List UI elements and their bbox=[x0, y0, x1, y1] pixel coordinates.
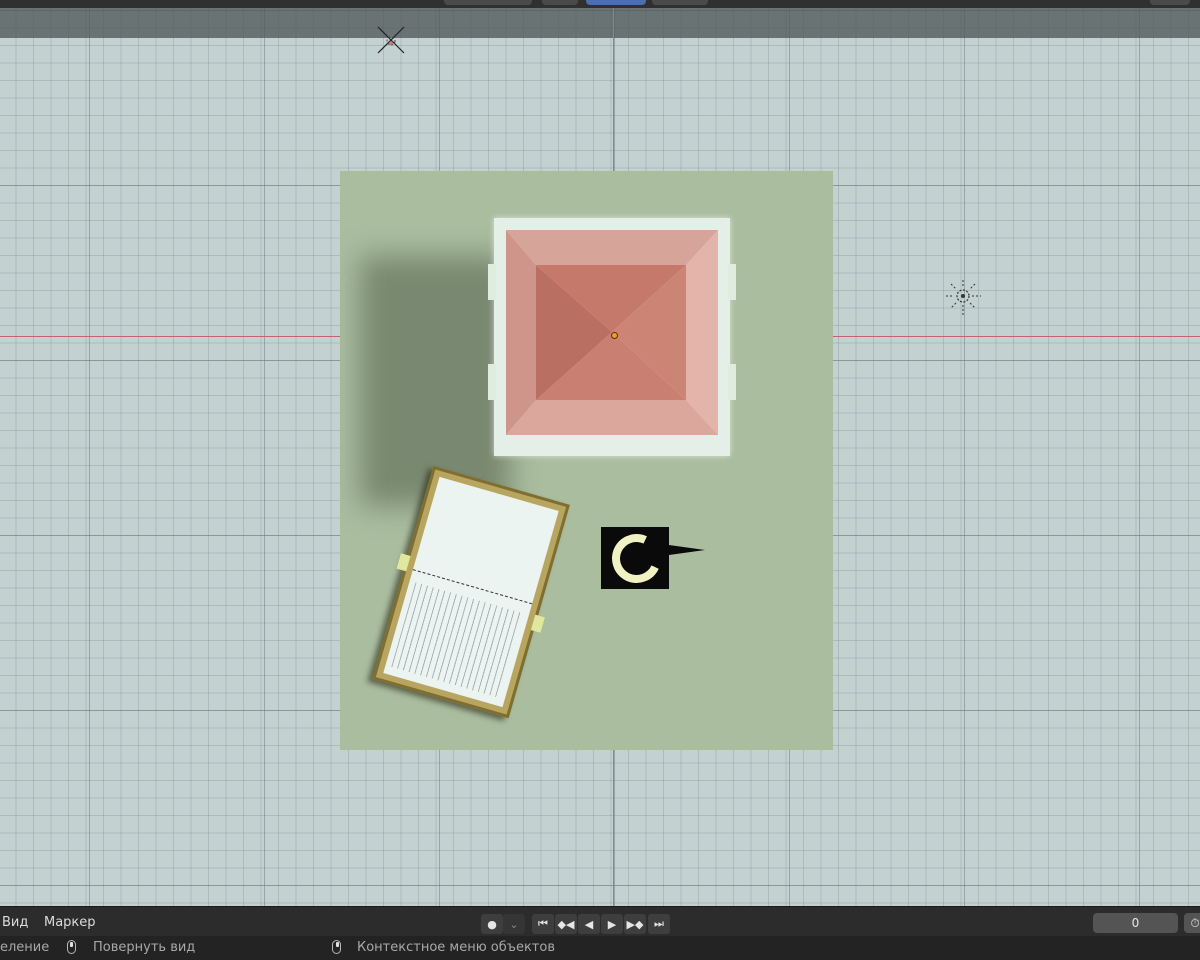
menu-marker[interactable]: Маркер bbox=[44, 915, 96, 930]
book-pages bbox=[383, 476, 559, 708]
house-tab bbox=[488, 264, 496, 300]
light-icon[interactable] bbox=[376, 25, 406, 55]
header-widget-active[interactable] bbox=[586, 0, 646, 5]
mouse-middle-icon bbox=[67, 940, 76, 954]
viewport-header-overlay bbox=[0, 8, 1200, 38]
ring bbox=[605, 527, 668, 590]
camera-ring[interactable] bbox=[601, 527, 705, 590]
top-header-bar bbox=[0, 0, 1200, 8]
previous-keyframe-icon[interactable]: ◆◀ bbox=[555, 914, 577, 934]
header-widget[interactable] bbox=[542, 0, 578, 5]
menu-view[interactable]: Вид bbox=[2, 915, 28, 930]
book-text-lines bbox=[391, 582, 524, 698]
header-widget[interactable] bbox=[1150, 0, 1190, 5]
house-tab bbox=[728, 364, 736, 400]
sun-icon[interactable] bbox=[943, 278, 983, 318]
header-widget[interactable] bbox=[652, 0, 708, 5]
record-icon[interactable]: ● bbox=[481, 914, 503, 934]
next-keyframe-icon[interactable]: ▶◆ bbox=[624, 914, 646, 934]
current-frame-field[interactable]: 0 bbox=[1093, 913, 1178, 933]
chevron-down-icon[interactable]: ⌄ bbox=[503, 914, 525, 934]
jump-to-end-icon[interactable]: ⏭ bbox=[648, 914, 670, 934]
status-rotate-hint: Повернуть вид bbox=[93, 940, 196, 955]
header-widget[interactable] bbox=[444, 0, 532, 5]
play-reverse-icon[interactable]: ◀ bbox=[578, 914, 600, 934]
status-select-hint: еление bbox=[0, 940, 50, 955]
spike bbox=[669, 545, 705, 555]
book-clip bbox=[396, 553, 411, 572]
origin-point[interactable] bbox=[611, 332, 618, 339]
house-tab bbox=[488, 364, 496, 400]
book-clip bbox=[530, 614, 545, 633]
ground-plane[interactable] bbox=[340, 171, 833, 750]
status-bar: еление Повернуть вид Контекстное меню об… bbox=[0, 936, 1200, 960]
house-tab bbox=[728, 264, 736, 300]
clock-icon[interactable]: ⏱ bbox=[1184, 913, 1200, 933]
play-icon[interactable]: ▶ bbox=[601, 914, 623, 934]
status-context-menu-hint: Контекстное меню объектов bbox=[357, 940, 555, 955]
jump-to-start-icon[interactable]: ⏮ bbox=[532, 914, 554, 934]
timeline-header: Вид Маркер ● ⌄ ⏮ ◆◀ ◀ ▶ ▶◆ ⏭ 0 ⏱ bbox=[0, 906, 1200, 937]
house[interactable] bbox=[488, 218, 736, 456]
3d-viewport[interactable] bbox=[0, 8, 1200, 906]
mouse-right-icon bbox=[332, 940, 341, 954]
